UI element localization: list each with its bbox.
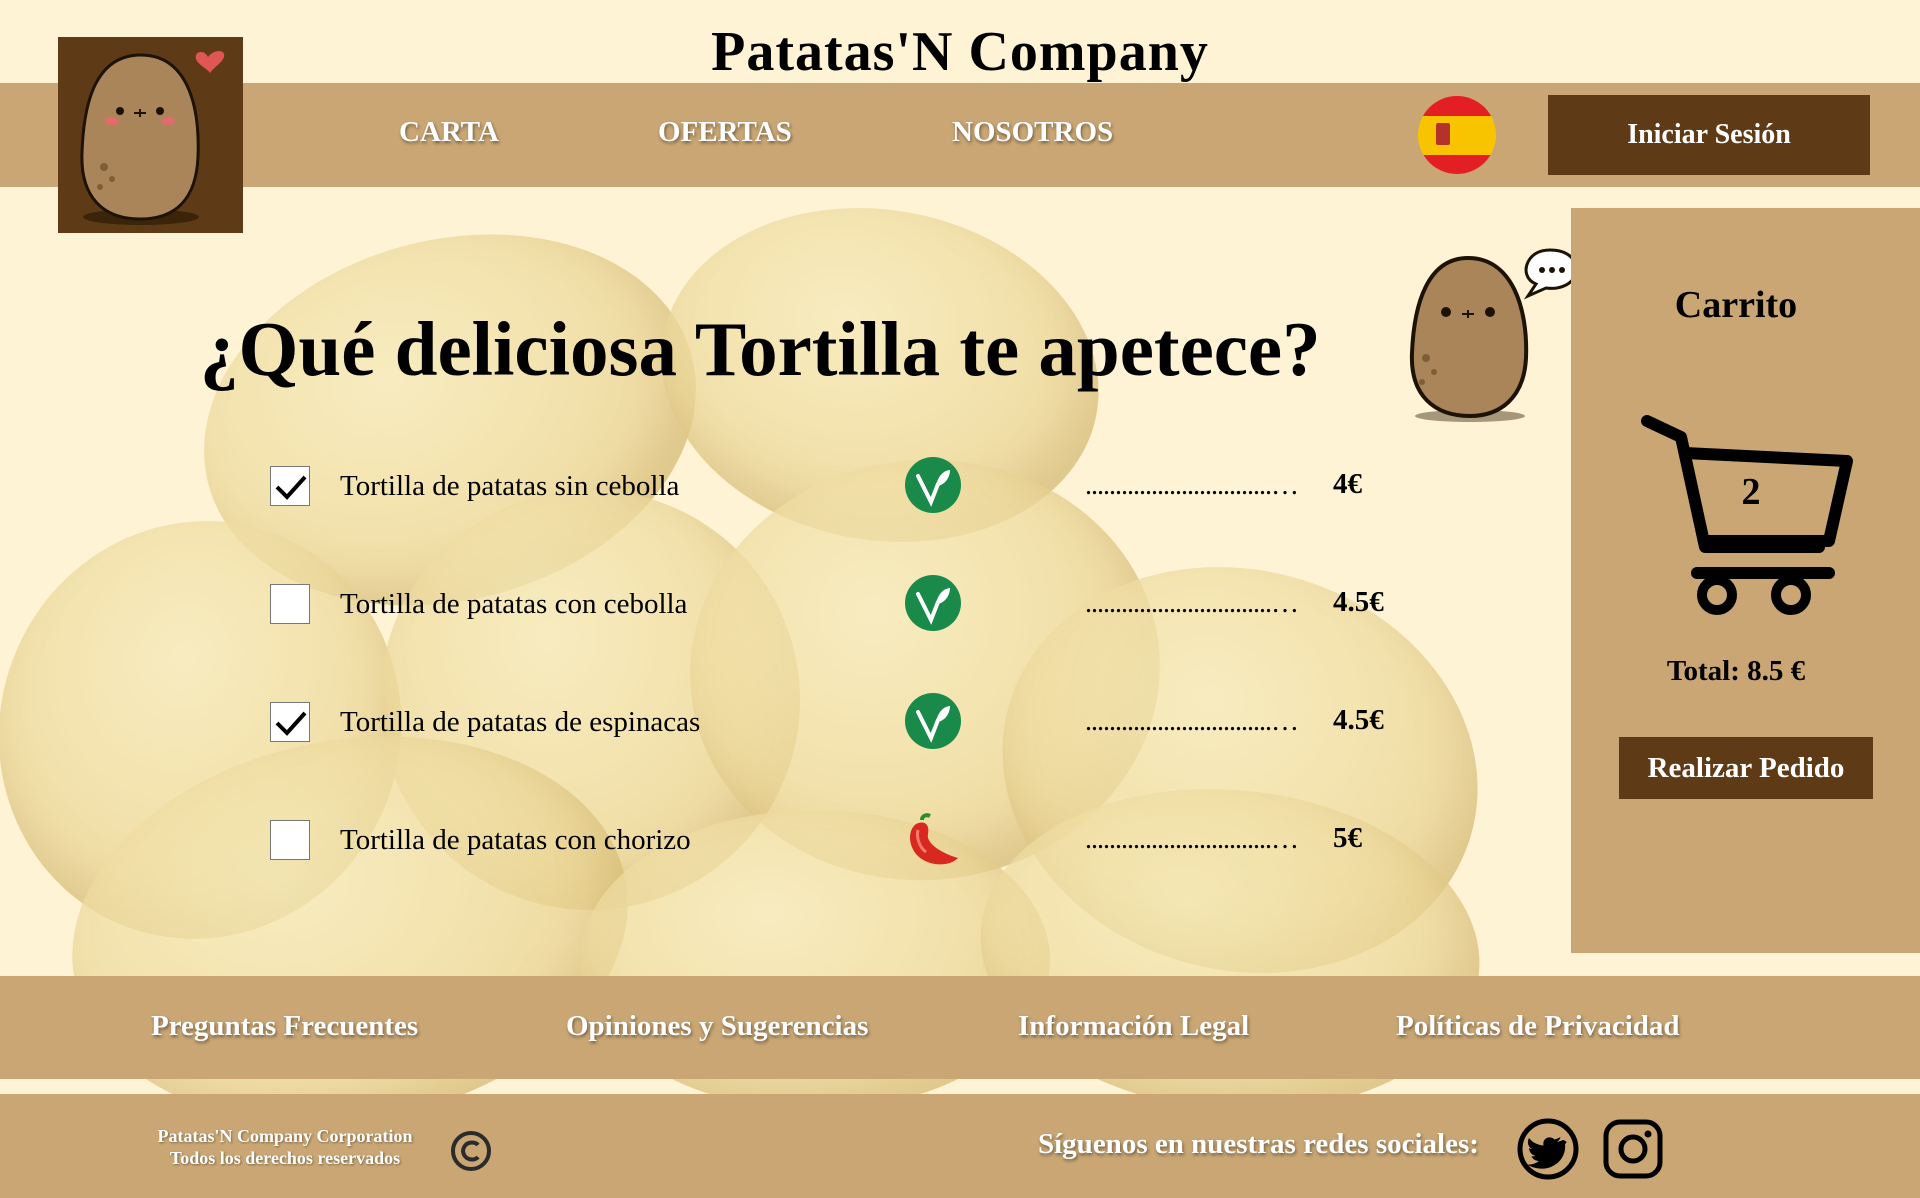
chili-pepper-icon bbox=[910, 813, 958, 865]
menu-item: Tortilla de patatas con cebolla ........… bbox=[270, 575, 1390, 631]
twitter-icon[interactable] bbox=[1517, 1118, 1579, 1180]
footer-link-legal[interactable]: Información Legal bbox=[1018, 1010, 1249, 1043]
nav-ofertas[interactable]: OFERTAS bbox=[658, 116, 792, 149]
price-dots: ...............................… bbox=[1085, 470, 1299, 501]
place-order-button[interactable]: Realizar Pedido bbox=[1619, 737, 1873, 799]
price-dots: ...............................… bbox=[1085, 706, 1299, 737]
checkmark-icon bbox=[275, 711, 307, 736]
cart-total: Total: 8.5 € bbox=[1666, 655, 1806, 687]
price-dots: ...............................… bbox=[1085, 588, 1299, 619]
menu-item: Tortilla de patatas con chorizo ........… bbox=[270, 813, 1390, 865]
spain-flag-icon[interactable] bbox=[1418, 96, 1496, 174]
instagram-icon[interactable] bbox=[1602, 1118, 1664, 1180]
copyright-icon bbox=[451, 1131, 491, 1171]
copyright-line1: Patatas'N Company Corporation bbox=[157, 1126, 413, 1146]
shopping-cart-icon[interactable] bbox=[1641, 413, 1861, 618]
copyright-text: Patatas'N Company Corporation Todos los … bbox=[138, 1125, 432, 1169]
potato-logo-icon bbox=[80, 51, 225, 225]
footer-link-feedback[interactable]: Opiniones y Sugerencias bbox=[566, 1010, 868, 1043]
page-headline: ¿Qué deliciosa Tortilla te apetece? bbox=[200, 306, 1321, 392]
footer-link-privacy[interactable]: Políticas de Privacidad bbox=[1396, 1010, 1680, 1043]
item-name: Tortilla de patatas con cebolla bbox=[340, 588, 688, 620]
item-checkbox-checked[interactable] bbox=[270, 702, 310, 742]
cart-title: Carrito bbox=[1674, 284, 1798, 326]
copyright-line2: Todos los derechos reservados bbox=[169, 1148, 401, 1168]
item-name: Tortilla de patatas de espinacas bbox=[340, 706, 701, 738]
menu-item: Tortilla de patatas sin cebolla ........… bbox=[270, 457, 1390, 513]
checkmark-icon bbox=[275, 475, 307, 500]
item-price: 4€ bbox=[1333, 468, 1362, 500]
login-button[interactable]: Iniciar Sesión bbox=[1548, 95, 1870, 175]
item-price: 4.5€ bbox=[1333, 586, 1384, 618]
item-name: Tortilla de patatas con chorizo bbox=[340, 824, 691, 856]
potato-mascot-icon bbox=[1409, 248, 1578, 422]
footer-link-faq[interactable]: Preguntas Frecuentes bbox=[151, 1010, 418, 1043]
item-checkbox[interactable] bbox=[270, 820, 310, 860]
footer-bottom-bar: Patatas'N Company Corporation Todos los … bbox=[0, 1094, 1920, 1198]
price-dots: ...............................… bbox=[1085, 824, 1299, 855]
item-checkbox-checked[interactable] bbox=[270, 466, 310, 506]
item-price: 5€ bbox=[1333, 822, 1362, 854]
item-checkbox[interactable] bbox=[270, 584, 310, 624]
nav-nosotros[interactable]: NOSOTROS bbox=[952, 116, 1113, 149]
cart-count: 2 bbox=[1741, 471, 1761, 513]
vegan-leaf-icon bbox=[905, 457, 961, 513]
logo[interactable] bbox=[58, 37, 243, 233]
menu-item: Tortilla de patatas de espinacas .......… bbox=[270, 693, 1390, 749]
cart-panel: Carrito 2 Total: 8.5 € Realizar Pedido bbox=[1571, 208, 1920, 953]
follow-us-label: Síguenos en nuestras redes sociales: bbox=[1038, 1128, 1479, 1160]
site-title: Patatas'N Company bbox=[711, 21, 1209, 83]
nav-carta[interactable]: CARTA bbox=[399, 116, 499, 149]
item-name: Tortilla de patatas sin cebolla bbox=[340, 470, 680, 502]
footer-links-bar: Preguntas Frecuentes Opiniones y Sugeren… bbox=[0, 976, 1920, 1079]
item-price: 4.5€ bbox=[1333, 704, 1384, 736]
vegan-leaf-icon bbox=[905, 693, 961, 749]
vegan-leaf-icon bbox=[905, 575, 961, 631]
